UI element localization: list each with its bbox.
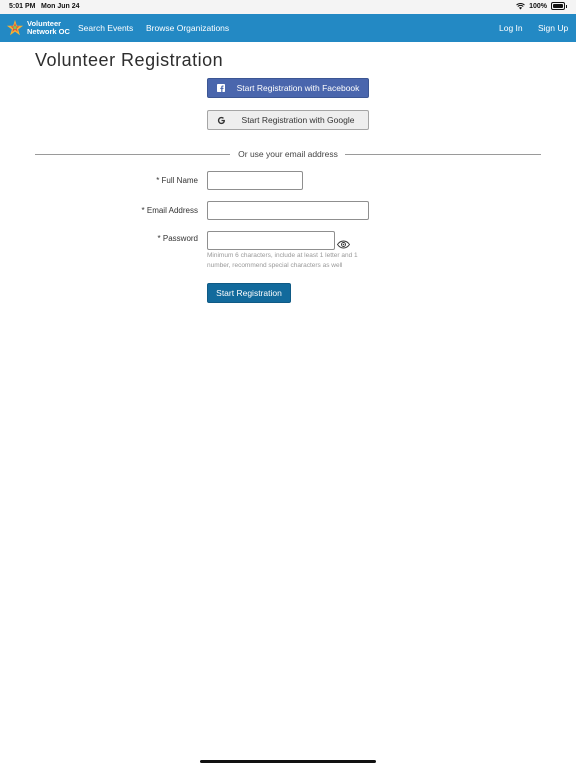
site-logo[interactable]: Volunteer Network OC [6,19,70,37]
required-marker: * [157,234,161,243]
status-time: 5:01 PM [9,3,36,10]
battery-tip [566,4,567,8]
google-register-button[interactable]: Start Registration with Google [207,110,369,130]
password-hint: Minimum 6 characters, include at least 1… [207,252,358,269]
home-indicator[interactable] [200,760,376,763]
status-right: 100% [516,2,567,10]
google-register-label: Start Registration with Google [241,115,355,125]
facebook-register-label: Start Registration with Facebook [236,83,360,93]
battery-icon [551,2,565,10]
facebook-icon [208,84,234,92]
nav-sign-up[interactable]: Sign Up [538,23,568,33]
nav-search-events[interactable]: Search Events [78,23,133,33]
required-marker: * [156,176,160,185]
password-label-text: Password [162,234,198,243]
battery-percent: 100% [529,2,547,10]
star-logo-icon [6,19,24,36]
status-date: Mon Jun 24 [41,3,80,10]
email-label-text: Email Address [146,206,198,215]
full-name-label: * Full Name [156,176,198,185]
nav-log-in[interactable]: Log In [499,23,523,33]
facebook-register-button[interactable]: Start Registration with Facebook [207,78,369,98]
page-title: Volunteer Registration [35,50,224,70]
full-name-input[interactable] [207,171,303,190]
divider-line-right [345,154,541,155]
email-label: * Email Address [142,206,199,215]
wifi-icon [516,2,525,9]
password-label: * Password [158,234,198,243]
full-name-label-text: Full Name [161,176,198,185]
password-input[interactable] [207,231,335,250]
divider-line-left [35,154,230,155]
divider-text: Or use your email address [238,149,338,159]
nav-browse-organizations[interactable]: Browse Organizations [146,23,229,33]
status-bar: 5:01 PM Mon Jun 24 100% [0,0,576,14]
logo-text: Volunteer Network OC [27,20,70,36]
logo-line-2: Network OC [27,27,70,36]
email-input[interactable] [207,201,369,220]
start-registration-button[interactable]: Start Registration [207,283,291,303]
google-icon [208,116,234,125]
top-navbar: Volunteer Network OC Search Events Brows… [0,14,576,42]
required-marker: * [141,206,145,215]
